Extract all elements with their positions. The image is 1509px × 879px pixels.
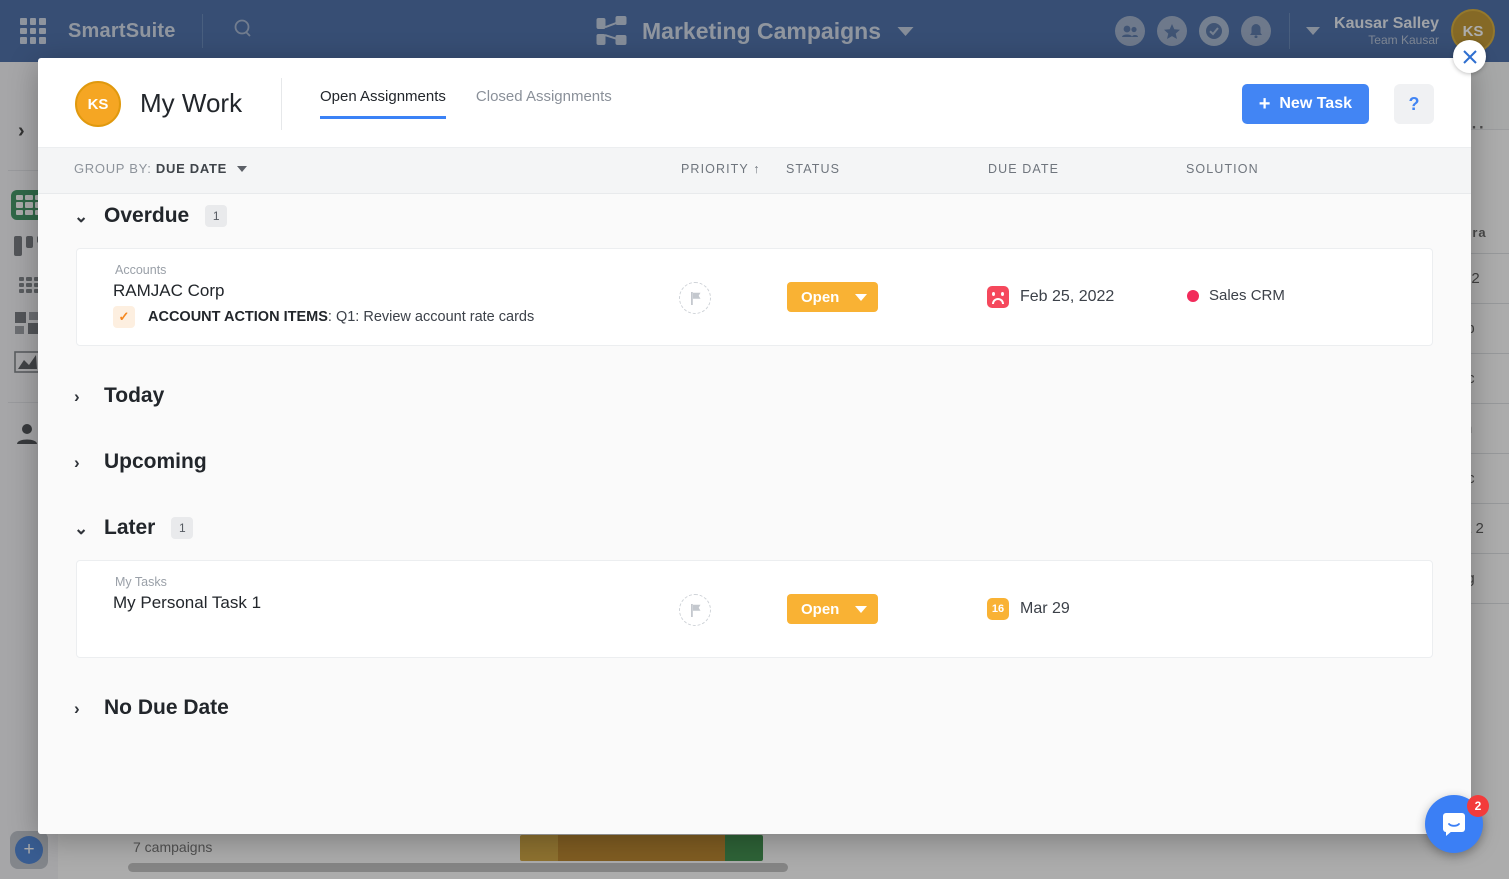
- group-header[interactable]: › Today: [38, 374, 1471, 418]
- due-date-cell[interactable]: 16 Mar 29: [987, 598, 1070, 620]
- priority-flag-button[interactable]: [679, 282, 711, 314]
- new-task-label: New Task: [1279, 95, 1352, 112]
- due-date-value: Mar 29: [1020, 600, 1070, 617]
- modal-header: KS My Work Open Assignments Closed Assig…: [38, 58, 1471, 148]
- task-title[interactable]: My Personal Task 1: [113, 593, 261, 613]
- chevron-down-icon: [855, 293, 868, 301]
- tab-closed-assignments[interactable]: Closed Assignments: [476, 88, 612, 116]
- tab-open-assignments[interactable]: Open Assignments: [320, 88, 446, 119]
- flag-icon: [690, 291, 700, 305]
- chevron-right-icon[interactable]: ›: [74, 454, 88, 471]
- divider: [281, 78, 282, 130]
- task-card[interactable]: My Tasks My Personal Task 1 Open 16 Mar …: [76, 560, 1433, 658]
- column-header-solution[interactable]: SOLUTION: [1186, 162, 1259, 176]
- group-name: Upcoming: [104, 450, 207, 473]
- assignments-list: ⌄ Overdue 1 Accounts RAMJAC Corp ✓ ACCOU…: [38, 194, 1471, 834]
- sort-asc-icon: ↑: [753, 162, 761, 176]
- new-task-button[interactable]: + New Task: [1241, 84, 1369, 124]
- solution-color-dot: [1187, 289, 1199, 302]
- chat-unread-badge: 2: [1467, 795, 1489, 817]
- page-title: My Work: [140, 88, 243, 118]
- chevron-down-icon[interactable]: ⌄: [74, 520, 88, 537]
- task-app-name: Accounts: [115, 263, 167, 277]
- overdue-sad-icon: [987, 286, 1009, 308]
- column-header-bar: GROUP BY: DUE DATE PRIORITY ↑ STATUS DUE…: [38, 148, 1471, 194]
- status-dropdown[interactable]: Open: [787, 594, 879, 624]
- my-work-modal: KS My Work Open Assignments Closed Assig…: [38, 58, 1471, 834]
- modal-avatar: KS: [75, 81, 121, 127]
- task-meta-detail: : Q1: Review account rate cards: [327, 309, 535, 325]
- group-by-control[interactable]: GROUP BY: DUE DATE: [74, 161, 248, 176]
- group-name: Today: [104, 384, 165, 407]
- group-upcoming: › Upcoming: [38, 440, 1471, 484]
- column-label: PRIORITY: [681, 162, 749, 176]
- day-badge-icon: 16: [987, 598, 1009, 620]
- status-label: Open: [801, 288, 840, 306]
- checkbox-checked-icon[interactable]: ✓: [113, 306, 135, 328]
- group-count-badge: 1: [171, 517, 194, 539]
- column-header-status[interactable]: STATUS: [786, 162, 840, 176]
- due-date-cell[interactable]: Feb 25, 2022: [987, 286, 1114, 308]
- group-name: Later: [104, 516, 156, 539]
- solution-name: Sales CRM: [1209, 287, 1285, 304]
- group-count-badge: 1: [205, 205, 228, 227]
- chevron-right-icon[interactable]: ›: [74, 388, 88, 405]
- plus-icon: +: [1258, 93, 1271, 115]
- status-dropdown[interactable]: Open: [787, 282, 879, 312]
- task-title[interactable]: RAMJAC Corp: [113, 281, 224, 301]
- group-today: › Today: [38, 374, 1471, 418]
- solution-cell[interactable]: Sales CRM: [1187, 287, 1285, 304]
- close-modal-button[interactable]: [1453, 40, 1486, 73]
- group-no-due-date: › No Due Date: [38, 686, 1471, 730]
- task-app-name: My Tasks: [115, 575, 167, 589]
- column-header-priority[interactable]: PRIORITY ↑: [681, 162, 761, 176]
- group-by-label: GROUP BY:: [74, 161, 152, 176]
- tab-bar: Open Assignments Closed Assignments: [320, 88, 612, 119]
- help-button[interactable]: ?: [1394, 84, 1434, 124]
- group-later: ⌄ Later 1 My Tasks My Personal Task 1 Op…: [38, 506, 1471, 658]
- chevron-right-icon[interactable]: ›: [74, 700, 88, 717]
- priority-flag-button[interactable]: [679, 594, 711, 626]
- group-name: No Due Date: [104, 696, 229, 719]
- chat-bubble-icon: [1443, 813, 1465, 836]
- group-header[interactable]: ⌄ Later 1: [38, 506, 1471, 550]
- chevron-down-icon: [237, 166, 248, 172]
- task-meta-label: ACCOUNT ACTION ITEMS: [148, 309, 328, 325]
- group-header[interactable]: › No Due Date: [38, 686, 1471, 730]
- group-header[interactable]: › Upcoming: [38, 440, 1471, 484]
- chevron-down-icon: [855, 605, 868, 613]
- group-name: Overdue: [104, 204, 190, 227]
- group-by-value: DUE DATE: [155, 161, 227, 176]
- due-date-value: Feb 25, 2022: [1020, 288, 1115, 305]
- status-label: Open: [801, 600, 840, 618]
- group-header[interactable]: ⌄ Overdue 1: [38, 194, 1471, 238]
- chevron-down-icon[interactable]: ⌄: [74, 208, 88, 225]
- task-meta-text: ACCOUNT ACTION ITEMS: Q1: Review account…: [148, 309, 534, 325]
- task-meta: ✓ ACCOUNT ACTION ITEMS: Q1: Review accou…: [113, 306, 534, 328]
- group-overdue: ⌄ Overdue 1 Accounts RAMJAC Corp ✓ ACCOU…: [38, 194, 1471, 346]
- help-icon: ?: [1408, 93, 1420, 114]
- column-header-due-date[interactable]: DUE DATE: [988, 162, 1059, 176]
- close-icon: [1462, 49, 1477, 64]
- flag-icon: [690, 603, 700, 617]
- task-card[interactable]: Accounts RAMJAC Corp ✓ ACCOUNT ACTION IT…: [76, 248, 1433, 346]
